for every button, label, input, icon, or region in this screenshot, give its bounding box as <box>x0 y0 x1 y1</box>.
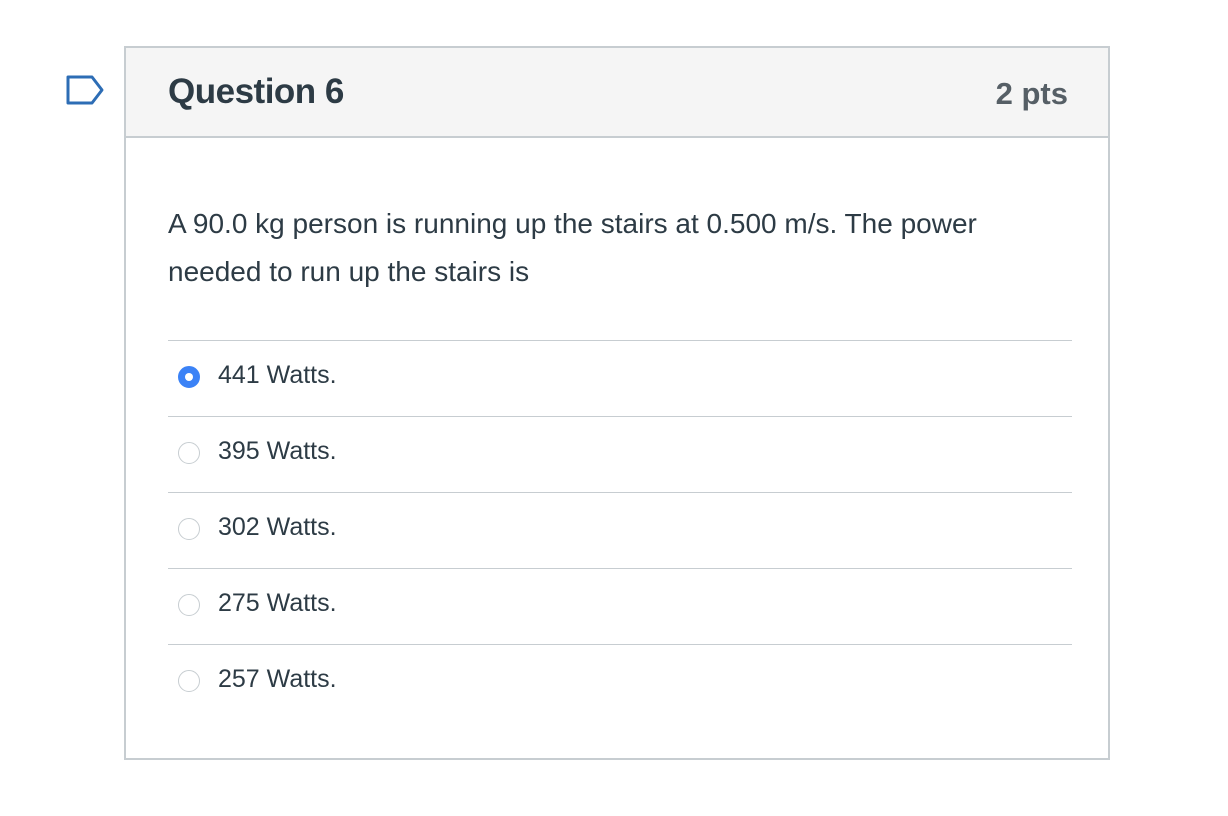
answer-option[interactable]: 395 Watts. <box>168 417 1072 493</box>
answer-option[interactable]: 302 Watts. <box>168 493 1072 569</box>
answer-label[interactable]: 257 Watts. <box>218 665 337 694</box>
radio-button[interactable] <box>178 594 200 616</box>
answer-option[interactable]: 257 Watts. <box>168 645 1072 720</box>
radio-button-selected[interactable] <box>178 366 200 388</box>
answer-option[interactable]: 441 Watts. <box>168 341 1072 417</box>
question-title: Question 6 <box>168 72 344 111</box>
answer-label[interactable]: 302 Watts. <box>218 513 337 542</box>
flag-question-icon[interactable] <box>62 72 106 108</box>
answer-label[interactable]: 441 Watts. <box>218 361 337 390</box>
question-header: Question 6 2 pts <box>126 48 1108 138</box>
answer-option[interactable]: 275 Watts. <box>168 569 1072 645</box>
radio-button[interactable] <box>178 670 200 692</box>
question-points: 2 pts <box>995 76 1068 111</box>
question-card: Question 6 2 pts A 90.0 kg person is run… <box>124 46 1110 760</box>
answer-list: 441 Watts. 395 Watts. 302 Watts. 275 Wat… <box>168 340 1072 720</box>
answer-label[interactable]: 395 Watts. <box>218 437 337 466</box>
radio-button[interactable] <box>178 518 200 540</box>
answer-label[interactable]: 275 Watts. <box>218 589 337 618</box>
radio-button[interactable] <box>178 442 200 464</box>
question-text: A 90.0 kg person is running up the stair… <box>168 208 977 287</box>
